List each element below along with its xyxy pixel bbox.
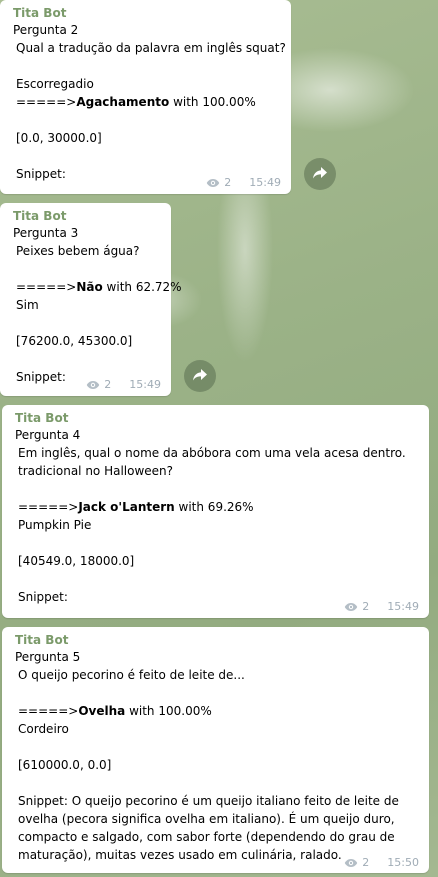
answer-text: Jack o'Lantern (78, 500, 175, 514)
option-text: Pumpkin Pie (18, 518, 92, 532)
message-time: 15:49 (249, 176, 281, 189)
answer-confidence: with 100.00% (173, 95, 256, 109)
view-count: 2 (362, 600, 370, 613)
eye-icon (344, 858, 358, 868)
answer-prefix: =====> (18, 704, 79, 718)
option-text: Escorregadio (16, 77, 94, 91)
question-number: Pergunta 2 (13, 23, 79, 37)
view-count: 2 (224, 176, 232, 189)
forward-button[interactable] (304, 158, 336, 190)
snippet-text: Snippet: O queijo pecorino é um queijo i… (18, 794, 399, 862)
eye-icon (86, 380, 100, 390)
question-number: Pergunta 4 (15, 428, 81, 442)
option-text: Cordeiro (18, 722, 69, 736)
forward-icon (312, 166, 328, 183)
answer-confidence: with 69.26% (178, 500, 254, 514)
answer-prefix: =====> (16, 280, 77, 294)
answer-line: =====>Jack o'Lantern with 69.26% (15, 498, 419, 516)
question-text: Em inglês, qual o nome da abóbora com um… (18, 446, 406, 478)
sender-name[interactable]: Tita Bot (15, 632, 419, 648)
message-meta: 2 15:49 (206, 176, 281, 189)
answer-prefix: =====> (18, 500, 79, 514)
answer-confidence: with 100.00% (129, 704, 212, 718)
question-number: Pergunta 3 (13, 226, 79, 240)
message-bubble[interactable]: Tita Bot Pergunta 2 Qual a tradução da p… (0, 0, 291, 194)
answer-line: =====>Agachamento with 100.00% (13, 93, 281, 111)
sender-name[interactable]: Tita Bot (15, 410, 419, 426)
message-time: 15:49 (129, 378, 161, 391)
message-meta: 2 15:50 (344, 856, 419, 869)
message-bubble[interactable]: Tita Bot Pergunta 3 Peixes bebem água? =… (0, 203, 182, 396)
question-text: Qual a tradução da palavra em inglês squ… (16, 41, 286, 55)
message-bubble[interactable]: Tita Bot Pergunta 4 Em inglês, qual o no… (2, 405, 429, 618)
view-count: 2 (362, 856, 370, 869)
forward-button[interactable] (184, 360, 216, 392)
view-count: 2 (104, 378, 112, 391)
answer-text: Ovelha (78, 704, 126, 718)
answer-line: =====>Não with 62.72% (13, 278, 182, 296)
scores-text: [610000.0, 0.0] (18, 758, 112, 772)
eye-icon (206, 178, 220, 188)
answer-text: Agachamento (76, 95, 170, 109)
message-meta: 2 15:49 (344, 600, 419, 613)
answer-confidence: with 62.72% (106, 280, 182, 294)
forward-icon (192, 368, 208, 385)
scores-text: [40549.0, 18000.0] (18, 554, 135, 568)
message-time: 15:49 (387, 600, 419, 613)
sender-name[interactable]: Tita Bot (13, 208, 161, 224)
sender-name[interactable]: Tita Bot (13, 5, 281, 21)
message-meta: 2 15:49 (86, 378, 161, 391)
eye-icon (344, 602, 358, 612)
answer-text: Não (76, 280, 103, 294)
message-time: 15:50 (387, 856, 419, 869)
question-number: Pergunta 5 (15, 650, 81, 664)
answer-line: =====>Ovelha with 100.00% (15, 702, 419, 720)
question-text: O queijo pecorino é feito de leite de... (18, 668, 245, 682)
option-text: Sim (16, 298, 39, 312)
answer-prefix: =====> (16, 95, 77, 109)
question-text: Peixes bebem água? (16, 244, 140, 258)
scores-text: [0.0, 30000.0] (16, 131, 102, 145)
message-bubble[interactable]: Tita Bot Pergunta 5 O queijo pecorino é … (2, 627, 429, 873)
scores-text: [76200.0, 45300.0] (16, 334, 133, 348)
